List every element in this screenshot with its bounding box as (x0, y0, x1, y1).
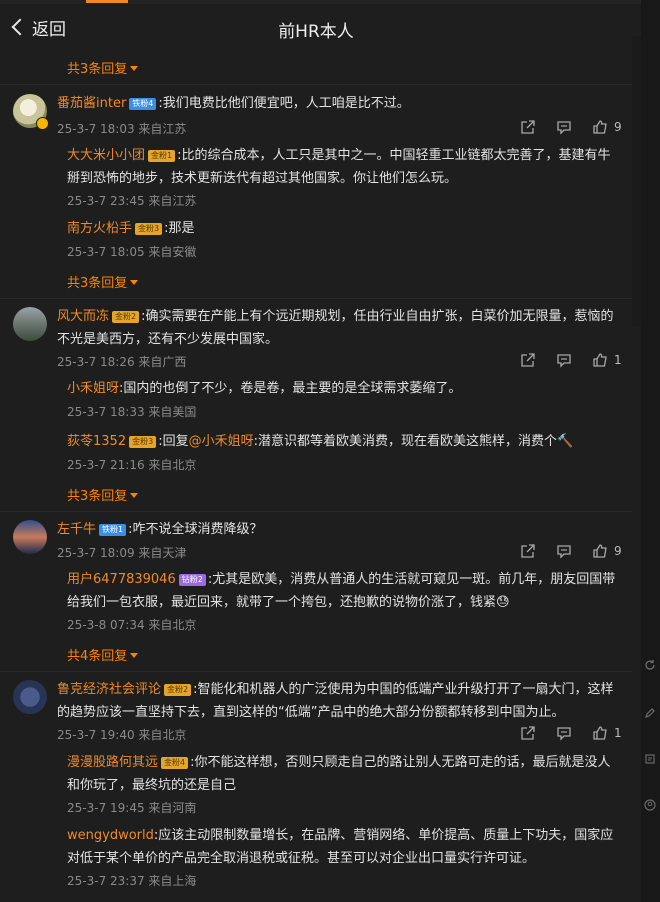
fan-level-badge: 金粉2 (164, 684, 192, 696)
more-replies-link[interactable]: 共3条回复 (67, 272, 139, 291)
reply-body: :国内的也倒了不少，卷是卷，最主要的是全球需求萎缩了。 (119, 381, 462, 396)
like-icon[interactable] (592, 543, 608, 559)
username[interactable]: wengydworld (67, 828, 154, 843)
like-icon[interactable] (592, 725, 608, 741)
comment-meta: 25-3-7 18:26 来自广西 (57, 355, 187, 369)
caret-down-icon (130, 66, 139, 71)
divider (0, 84, 632, 85)
more-replies-link[interactable]: 共4条回复 (67, 645, 139, 664)
comment-text: 左千牛 铁粉1:咋不说全球消费降级？ (57, 518, 617, 541)
fan-level-badge: 铁粉4 (129, 98, 157, 110)
caret-down-icon (130, 280, 139, 285)
comment-body: :我们电费比他们便宜吧，人工咱是比不过。 (158, 96, 410, 111)
username[interactable]: 鲁克经济社会评论 (57, 682, 161, 697)
like-icon[interactable] (592, 352, 608, 368)
comment-icon[interactable] (556, 543, 572, 559)
reply-text: 用户6477839046 钻粉2:尤其是欧美，消费从普通人的生活就可窥见一斑。前几… (67, 568, 617, 614)
like-count: 1 (614, 353, 622, 367)
username[interactable]: 风大而冻 (57, 309, 109, 324)
comment-text: 风大而冻 金粉2:确实需要在产能上有个远近期规划，任由行业自由扩张，白菜价加无限量… (57, 305, 617, 351)
divider (0, 671, 632, 672)
comment-icon[interactable] (556, 725, 572, 741)
edit-icon[interactable] (644, 704, 656, 718)
comment-meta: 25-3-7 19:40 来自北京 (57, 728, 187, 742)
reply-meta: 25-3-7 23:37 来自上海 (67, 874, 197, 888)
fan-level-badge: 金粉1 (148, 150, 176, 162)
fan-level-badge: 金粉3 (135, 223, 163, 235)
reply-meta: 25-3-7 23:45 来自江苏 (67, 194, 197, 208)
reply-body: :潜意识都等着欧美消费，现在看欧美这熊样，消费个🔨 (253, 434, 574, 449)
username[interactable]: 大大米小小团 (67, 148, 145, 163)
reply-meta: 25-3-7 21:16 来自北京 (67, 458, 197, 472)
share-icon[interactable] (520, 352, 536, 368)
more-replies-link[interactable]: 共3条回复 (67, 58, 139, 77)
more-replies-link[interactable]: 共3条回复 (67, 485, 139, 504)
comment-text: 鲁克经济社会评论 金粉2:智能化和机器人的广泛使用为中国的低端产业升级打开了一扇大… (57, 678, 617, 724)
username[interactable]: 番茄酱inter (57, 96, 126, 111)
comment-list: 共3条回复 番茄酱inter 铁粉4:我们电费比他们便宜吧，人工咱是比不过。 25… (0, 50, 632, 902)
username[interactable]: 小禾姐呀 (67, 381, 119, 396)
reply-text: 大大米小小团 金粉1:比的综合成本，人工只是其中之一。中国轻重工业链都太完善了，基… (67, 144, 617, 190)
reply-text: 南方火柗手 金粉3:那是 (67, 217, 617, 240)
divider (0, 511, 632, 512)
more-replies-label: 共3条回复 (67, 489, 128, 504)
mention-link[interactable]: @小禾姐呀 (189, 434, 254, 449)
username[interactable]: 南方火柗手 (67, 221, 132, 236)
username[interactable]: 用户6477839046 (67, 572, 176, 587)
avatar[interactable] (13, 307, 47, 341)
page-title: 前HR本人 (278, 22, 354, 42)
more-replies-label: 共4条回复 (67, 649, 128, 664)
verified-badge-icon (36, 117, 49, 130)
username[interactable]: 荻苓1352 (67, 434, 126, 449)
username[interactable]: 漫漫股路何其远 (67, 755, 158, 770)
like-count: 9 (614, 544, 622, 558)
reply-meta: 25-3-7 19:45 来自河南 (67, 801, 197, 815)
reply-prefix: :回复 (158, 434, 189, 449)
comment-actions: 9 (520, 118, 622, 136)
reply-meta: 25-3-7 18:05 来自安徽 (67, 245, 197, 259)
caret-down-icon (130, 653, 139, 658)
reply-body: :那是 (164, 221, 195, 236)
username[interactable]: 左千牛 (57, 522, 96, 537)
comment-icon[interactable] (556, 352, 572, 368)
caret-down-icon (130, 493, 139, 498)
reply-text: wengydworld:应该主动限制数量增长，在品牌、营销网络、单价提高、质量上… (67, 824, 617, 870)
fan-level-badge: 铁粉1 (99, 524, 127, 536)
fan-level-badge: 金粉2 (112, 311, 140, 323)
comment-body: :咋不说全球消费降级？ (128, 522, 263, 537)
reply-text: 漫漫股路何其远 金粉4:你不能这样想，否则只顾走自己的路让别人无路可走的话，最后就… (67, 751, 617, 797)
share-icon[interactable] (520, 119, 536, 135)
right-toolbar (641, 0, 660, 902)
more-replies-label: 共3条回复 (67, 62, 128, 77)
comment-icon[interactable] (556, 119, 572, 135)
comment-text: 番茄酱inter 铁粉4:我们电费比他们便宜吧，人工咱是比不过。 (57, 92, 617, 115)
fan-level-badge: 金粉3 (129, 436, 157, 448)
share-icon[interactable] (520, 725, 536, 741)
fan-level-badge: 金粉4 (161, 757, 189, 769)
comment-actions: 1 (520, 724, 622, 742)
like-count: 9 (614, 120, 622, 134)
active-tab-indicator (86, 0, 128, 3)
refresh-icon[interactable] (644, 656, 656, 670)
comment-actions: 1 (520, 351, 622, 369)
comment-meta: 25-3-7 18:03 来自江苏 (57, 122, 187, 136)
avatar[interactable] (13, 680, 47, 714)
like-count: 1 (614, 726, 622, 740)
divider (0, 298, 632, 299)
like-icon[interactable] (592, 119, 608, 135)
share-icon[interactable] (520, 543, 536, 559)
avatar[interactable] (13, 520, 47, 554)
reply-meta: 25-3-7 18:33 来自美国 (67, 405, 197, 419)
reply-text: 小禾姐呀:国内的也倒了不少，卷是卷，最主要的是全球需求萎缩了。 (67, 377, 617, 400)
reply-meta: 25-3-8 07:34 来自北京 (67, 618, 197, 632)
more-replies-label: 共3条回复 (67, 276, 128, 291)
comment-meta: 25-3-7 18:09 来自天津 (57, 546, 187, 560)
history-icon[interactable] (644, 750, 656, 764)
page-header: 返回 前HR本人 (0, 4, 632, 50)
reply-text: 荻苓1352 金粉3:回复@小禾姐呀:潜意识都等着欧美消费，现在看欧美这熊样，消费… (67, 430, 617, 453)
fan-level-badge: 钻粉2 (178, 574, 206, 586)
comment-actions: 9 (520, 542, 622, 560)
comment-body: :确实需要在产能上有个远近期规划，任由行业自由扩张，白菜价加无限量，惹恼的不光是… (57, 309, 614, 347)
profile-icon[interactable] (644, 796, 656, 811)
